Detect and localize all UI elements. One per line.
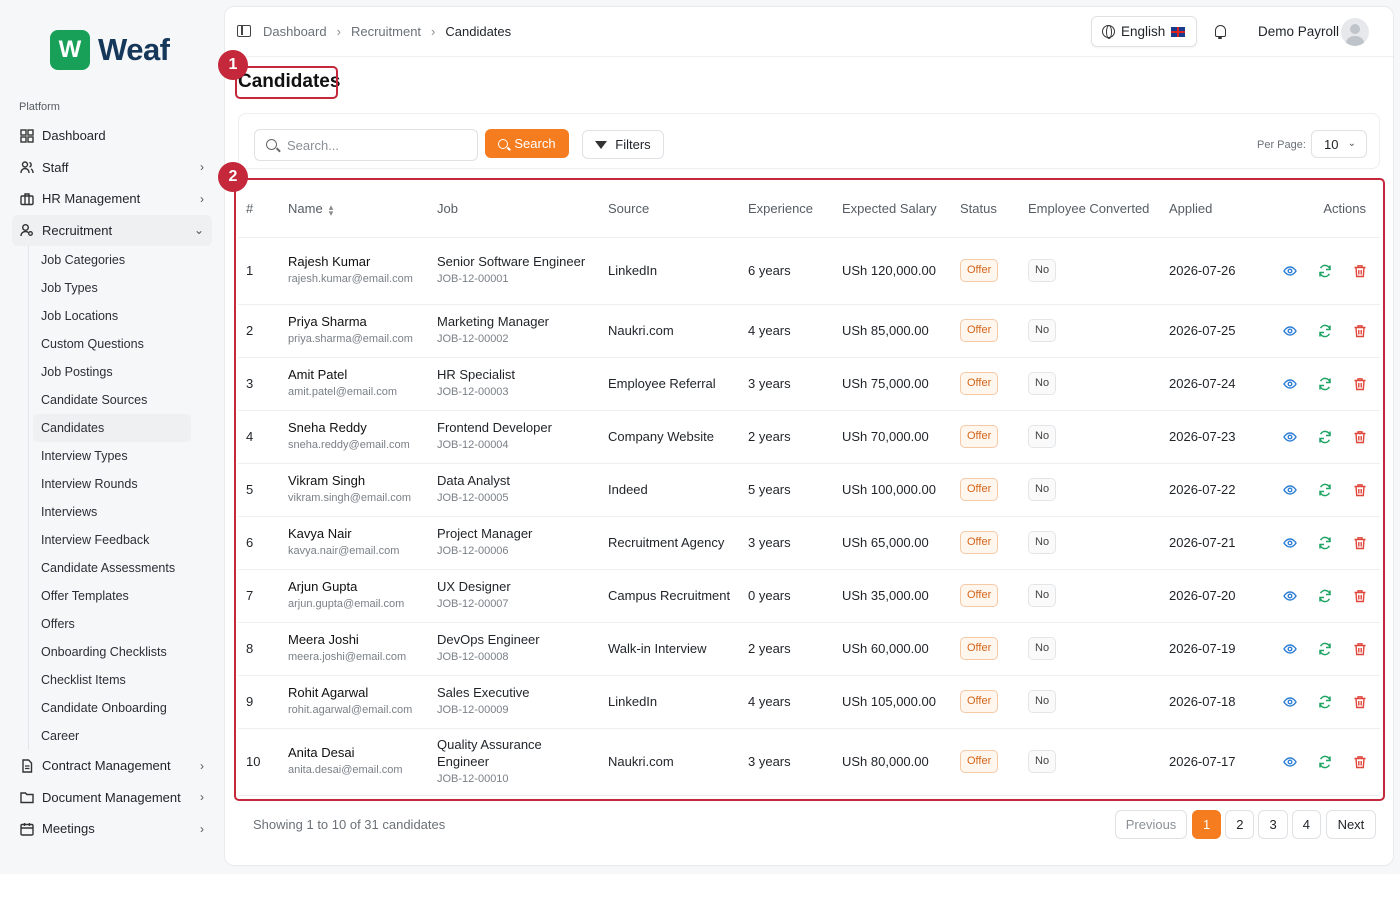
breadcrumb-recruitment[interactable]: Recruitment bbox=[351, 24, 421, 39]
previous-page-button[interactable]: Previous bbox=[1115, 810, 1187, 839]
subnav-item-candidate-assessments[interactable]: Candidate Assessments bbox=[33, 554, 191, 582]
chevron-down-icon: ⌄ bbox=[1347, 138, 1356, 149]
filters-button-label: Filters bbox=[615, 137, 651, 152]
subnav-item-job-types[interactable]: Job Types bbox=[33, 274, 191, 302]
sidebar-item-label: Document Management bbox=[42, 789, 181, 805]
annotation-box-2 bbox=[234, 178, 1385, 801]
breadcrumb: Dashboard › Recruitment › Candidates bbox=[263, 24, 511, 39]
subnav-item-candidates[interactable]: Candidates bbox=[33, 414, 191, 442]
sidebar-item-hr-management[interactable]: HR Management › bbox=[12, 183, 212, 215]
annotation-badge-2: 2 bbox=[218, 162, 248, 192]
filter-icon bbox=[595, 140, 608, 149]
globe-icon bbox=[1102, 25, 1115, 39]
sidebar-item-label: HR Management bbox=[42, 191, 141, 207]
sidebar-item-label: Meetings bbox=[42, 821, 95, 837]
sidebar-item-staff[interactable]: Staff › bbox=[12, 152, 212, 184]
pagination: Previous 1 2 3 4 Next bbox=[1115, 810, 1376, 839]
subnav-item-job-locations[interactable]: Job Locations bbox=[33, 302, 191, 330]
users-icon bbox=[20, 160, 34, 174]
sidebar: W Weaf Platform Dashboard Staff › HR Manage… bbox=[0, 0, 222, 874]
page-button-2[interactable]: 2 bbox=[1225, 810, 1255, 839]
chevron-right-icon: › bbox=[336, 24, 341, 39]
sidebar-item-label: Recruitment bbox=[42, 222, 113, 238]
search-box bbox=[254, 129, 478, 161]
breadcrumb-dashboard[interactable]: Dashboard bbox=[263, 24, 327, 39]
page-button-3[interactable]: 3 bbox=[1258, 810, 1288, 839]
chevron-down-icon: ⌄ bbox=[193, 223, 204, 238]
chevron-right-icon: › bbox=[200, 191, 204, 206]
main-panel: Dashboard › Recruitment › Candidates Eng… bbox=[218, 6, 1394, 866]
sidebar-nav: Dashboard Staff › HR Management › Recruitment… bbox=[12, 120, 212, 845]
subnav-item-interview-types[interactable]: Interview Types bbox=[33, 442, 191, 470]
file-icon bbox=[20, 759, 34, 773]
subnav-item-custom-questions[interactable]: Custom Questions bbox=[33, 330, 191, 358]
pagination-summary: Showing 1 to 10 of 31 candidates bbox=[253, 817, 446, 832]
subnav-item-checklist-items[interactable]: Checklist Items bbox=[33, 666, 191, 694]
per-page-select[interactable]: 10 ⌄ bbox=[1311, 130, 1367, 158]
sidebar-item-label: Dashboard bbox=[42, 128, 106, 144]
avatar[interactable] bbox=[1341, 18, 1369, 46]
chevron-right-icon: › bbox=[200, 160, 204, 175]
subnav-item-job-categories[interactable]: Job Categories bbox=[33, 246, 191, 274]
sidebar-item-dashboard[interactable]: Dashboard bbox=[12, 120, 212, 152]
chevron-right-icon: › bbox=[200, 821, 204, 836]
sidebar-item-recruitment[interactable]: Recruitment ⌄ bbox=[12, 214, 212, 246]
per-page-label: Per Page: bbox=[1257, 139, 1306, 151]
next-page-button[interactable]: Next bbox=[1325, 810, 1376, 839]
folder-icon bbox=[20, 790, 34, 804]
search-icon bbox=[266, 139, 277, 150]
logo-mark: W bbox=[50, 30, 90, 70]
subnav-item-interviews[interactable]: Interviews bbox=[33, 498, 191, 526]
briefcase-icon bbox=[20, 192, 34, 206]
page-button-1[interactable]: 1 bbox=[1192, 810, 1222, 839]
subnav-item-career[interactable]: Career bbox=[33, 722, 191, 750]
search-button-label: Search bbox=[514, 136, 556, 151]
user-name[interactable]: Demo Payroll bbox=[1258, 24, 1339, 39]
logo-text: Weaf bbox=[98, 32, 170, 67]
filters-button[interactable]: Filters bbox=[582, 130, 664, 159]
uk-flag-icon bbox=[1171, 26, 1186, 37]
brand-logo[interactable]: W Weaf bbox=[50, 30, 170, 70]
sidebar-item-label: Contract Management bbox=[42, 758, 171, 774]
subnav-item-job-postings[interactable]: Job Postings bbox=[33, 358, 191, 386]
annotation-box-1 bbox=[235, 66, 338, 99]
recruitment-subnav: Job Categories Job Types Job Locations Cust… bbox=[28, 246, 212, 750]
subnav-item-offer-templates[interactable]: Offer Templates bbox=[33, 582, 191, 610]
sidebar-toggle-icon[interactable] bbox=[237, 25, 251, 37]
sidebar-item-document-management[interactable]: Document Management › bbox=[12, 782, 212, 814]
search-button[interactable]: Search bbox=[485, 129, 569, 158]
subnav-item-interview-feedback[interactable]: Interview Feedback bbox=[33, 526, 191, 554]
per-page-value: 10 bbox=[1324, 136, 1339, 152]
language-label: English bbox=[1121, 24, 1166, 39]
search-icon bbox=[498, 138, 509, 149]
subnav-item-offers[interactable]: Offers bbox=[33, 610, 191, 638]
language-selector[interactable]: English bbox=[1091, 16, 1197, 47]
chevron-right-icon: › bbox=[200, 790, 204, 805]
sidebar-item-meetings[interactable]: Meetings › bbox=[12, 813, 212, 845]
chevron-right-icon: › bbox=[431, 24, 436, 39]
subnav-item-candidate-sources[interactable]: Candidate Sources bbox=[33, 386, 191, 414]
search-input[interactable] bbox=[287, 137, 467, 153]
subnav-item-onboarding-checklists[interactable]: Onboarding Checklists bbox=[33, 638, 191, 666]
calendar-icon bbox=[20, 822, 34, 836]
subnav-item-candidate-onboarding[interactable]: Candidate Onboarding bbox=[33, 694, 191, 722]
topbar: Dashboard › Recruitment › Candidates Eng… bbox=[225, 7, 1393, 57]
annotation-badge-1: 1 bbox=[218, 50, 248, 80]
grid-icon bbox=[20, 129, 34, 143]
user-search-icon bbox=[20, 223, 34, 237]
subnav-item-interview-rounds[interactable]: Interview Rounds bbox=[33, 470, 191, 498]
sidebar-item-contract-management[interactable]: Contract Management › bbox=[12, 750, 212, 782]
chevron-right-icon: › bbox=[200, 758, 204, 773]
sidebar-item-label: Staff bbox=[42, 159, 69, 175]
page-button-4[interactable]: 4 bbox=[1291, 810, 1321, 839]
sidebar-section-label: Platform bbox=[19, 101, 60, 113]
breadcrumb-candidates: Candidates bbox=[445, 24, 512, 39]
bell-icon[interactable] bbox=[1215, 25, 1226, 39]
toolbar: Search Filters Per Page: 10 ⌄ bbox=[238, 113, 1380, 169]
